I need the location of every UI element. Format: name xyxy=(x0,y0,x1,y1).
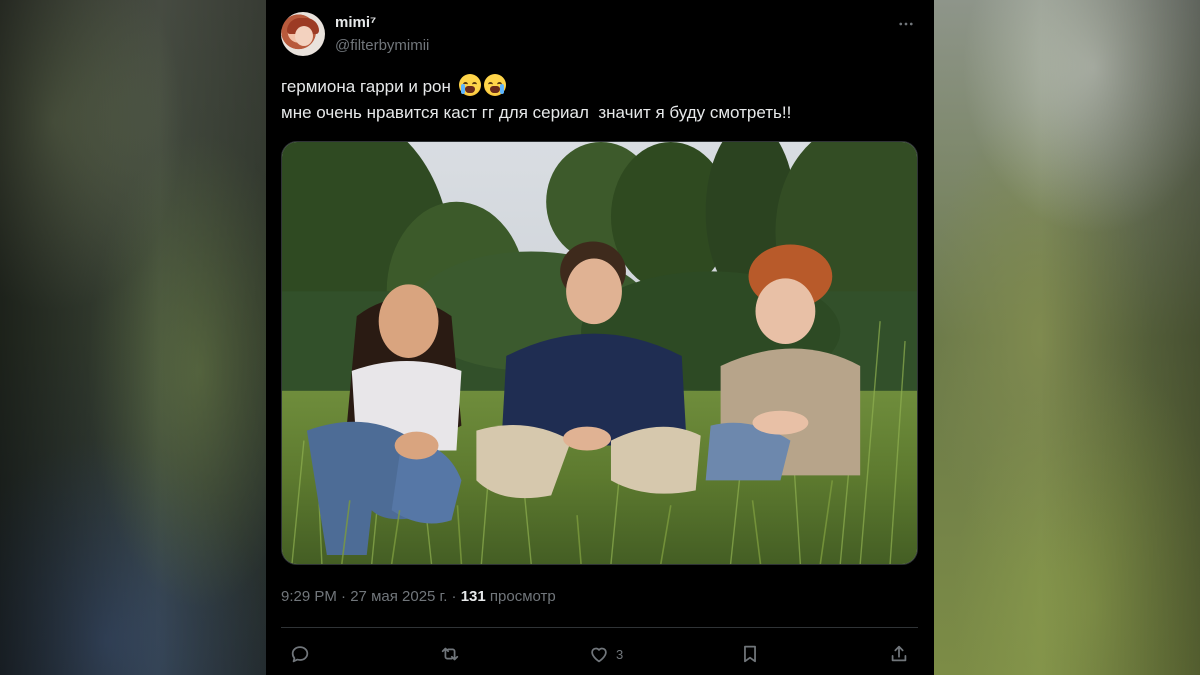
reply-icon xyxy=(291,646,309,663)
more-options-icon[interactable] xyxy=(894,12,918,36)
like-count: 3 xyxy=(616,646,624,662)
divider xyxy=(281,627,918,628)
share-icon xyxy=(891,645,907,662)
author-name-row: mimi⁷ xyxy=(335,14,376,31)
photo-three-children-in-grass xyxy=(282,142,917,564)
tweet-photo[interactable] xyxy=(281,141,918,565)
bookmark-icon xyxy=(744,645,756,663)
bookmark-button[interactable] xyxy=(739,640,761,668)
tweet-text-line-2: мне очень нравится каст гг для сериал зн… xyxy=(281,103,792,122)
loudly-crying-face-icon xyxy=(483,74,506,96)
like-button[interactable]: 3 xyxy=(588,640,623,668)
retweet-button[interactable] xyxy=(439,640,461,668)
share-button[interactable] xyxy=(888,640,910,668)
tweet-card: mimi⁷ @filterbymimii гермиона гарри и ро… xyxy=(266,0,934,675)
views-count: 131 xyxy=(460,588,486,605)
blurred-backdrop-left xyxy=(0,0,266,675)
tweet-text: гермиона гарри и рон мне очень нравится … xyxy=(281,74,921,126)
display-name[interactable]: mimi⁷ xyxy=(335,14,376,31)
loudly-crying-face-icon xyxy=(458,74,481,96)
tweet-text-line-1-content: гермиона гарри и рон xyxy=(281,77,451,96)
like-icon xyxy=(591,647,607,663)
views-label: просмотр xyxy=(489,588,556,605)
user-handle[interactable]: @filterbymimii xyxy=(335,37,429,54)
reply-button[interactable] xyxy=(289,640,311,668)
retweet-icon xyxy=(441,647,459,661)
tweet-date[interactable]: 27 мая 2025 г. xyxy=(350,588,447,605)
tweet-meta: 9:29 PM · 27 мая 2025 г. · 131 просмотр xyxy=(281,588,556,605)
meta-separator: · xyxy=(451,588,461,605)
avatar[interactable] xyxy=(281,12,325,56)
blurred-backdrop-right xyxy=(934,0,1200,675)
action-bar: 3 xyxy=(281,640,918,668)
tweet-text-line-1: гермиона гарри и рон xyxy=(281,74,921,100)
tweet-time[interactable]: 9:29 PM xyxy=(281,588,337,605)
meta-separator: · xyxy=(341,588,351,605)
